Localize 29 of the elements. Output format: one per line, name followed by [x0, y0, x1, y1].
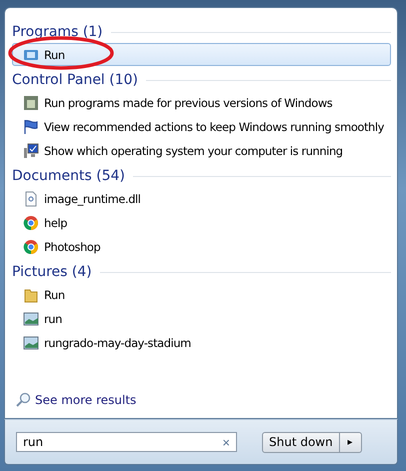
search-field[interactable]: run × — [16, 432, 237, 452]
result-item[interactable]: run — [12, 307, 391, 330]
clear-button[interactable]: × — [222, 434, 230, 450]
category-heading: Documents (54) — [12, 168, 126, 184]
result-item[interactable]: help — [12, 211, 391, 234]
result-item[interactable]: Run programs made for previous versions of Windows — [12, 91, 391, 114]
browser-icon — [23, 238, 39, 254]
result-item[interactable]: Photoshop — [12, 235, 391, 258]
image-icon — [23, 334, 39, 350]
program-window-icon — [23, 94, 39, 110]
shut-down-button[interactable]: Shut down — [262, 432, 340, 452]
search-icon — [15, 392, 31, 408]
category-heading: Control Panel (10) — [12, 72, 138, 88]
see-more-results-link[interactable]: See more results — [35, 393, 136, 407]
category-heading: Programs (1) — [12, 24, 103, 40]
image-icon — [23, 310, 39, 326]
result-item[interactable]: image_runtime.dll — [12, 187, 391, 210]
result-item[interactable]: View recommended actions to keep Windows running smoothly — [12, 115, 391, 138]
monitor-icon — [23, 142, 39, 158]
result-item[interactable]: Show which operating system your computer is running — [12, 139, 391, 162]
result-item[interactable]: Run — [12, 43, 391, 66]
flag-icon — [23, 118, 39, 134]
result-item[interactable]: rungrado-may-day-stadium — [12, 331, 391, 354]
result-item[interactable]: Run — [12, 283, 391, 306]
file-icon — [23, 190, 39, 206]
shut-down-options-button[interactable]: ▸ — [340, 432, 362, 452]
category-heading: Pictures (4) — [12, 264, 92, 280]
browser-icon — [23, 214, 39, 230]
folder-icon — [23, 286, 39, 302]
